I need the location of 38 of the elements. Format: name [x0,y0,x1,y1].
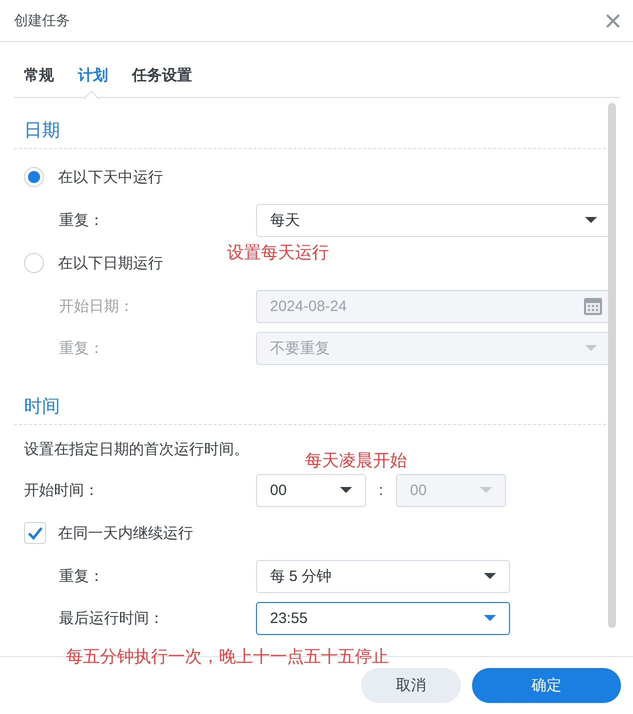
confirm-button[interactable]: 确定 [472,668,621,703]
caret-icon [484,573,496,579]
caret-icon [585,345,597,351]
option-label: 在以下日期运行 [58,254,163,272]
dropdown[interactable]: 每 5 分钟 [256,560,510,592]
section-title: 日期 [24,119,61,142]
close-icon[interactable] [606,14,620,28]
radio-button[interactable] [24,253,44,273]
radio-button[interactable] [24,167,44,187]
annotation-text: 设置每天运行 [227,242,329,264]
dropdown[interactable]: 00 [256,474,366,506]
field-label: 开始时间： [24,480,100,500]
caret-icon [585,217,597,223]
caret-icon [484,615,496,621]
tab[interactable]: 计划 [78,53,108,105]
tab[interactable]: 任务设置 [132,53,192,105]
field-label: 重复： [59,338,105,358]
caret-icon [480,487,492,493]
caret-icon [340,487,352,493]
option-label: 在以下天中运行 [58,168,163,186]
field-label: 重复： [59,566,105,586]
field-label: 最后运行时间： [59,608,165,628]
separator-text: : [378,482,384,498]
annotation-text: 每天凌晨开始 [305,450,407,472]
tab[interactable]: 常规 [24,53,54,105]
cancel-button[interactable]: 取消 [361,668,461,703]
description-text: 设置在指定日期的首次运行时间。 [24,440,249,460]
section-title: 时间 [24,395,61,418]
option-label: 在同一天内继续运行 [58,524,193,542]
field-label: 重复： [59,210,105,230]
dropdown[interactable]: 23:55 [256,602,510,634]
calendar-icon [583,296,603,316]
annotation-text: 每五分钟执行一次，晚上十一点五十五停止 [66,646,389,668]
window-title: 创建任务 [14,12,70,30]
dropdown[interactable]: 每天 [256,204,611,236]
field-label: 开始日期： [59,296,135,316]
scrollbar[interactable] [608,103,616,628]
checkbox[interactable] [24,522,46,544]
